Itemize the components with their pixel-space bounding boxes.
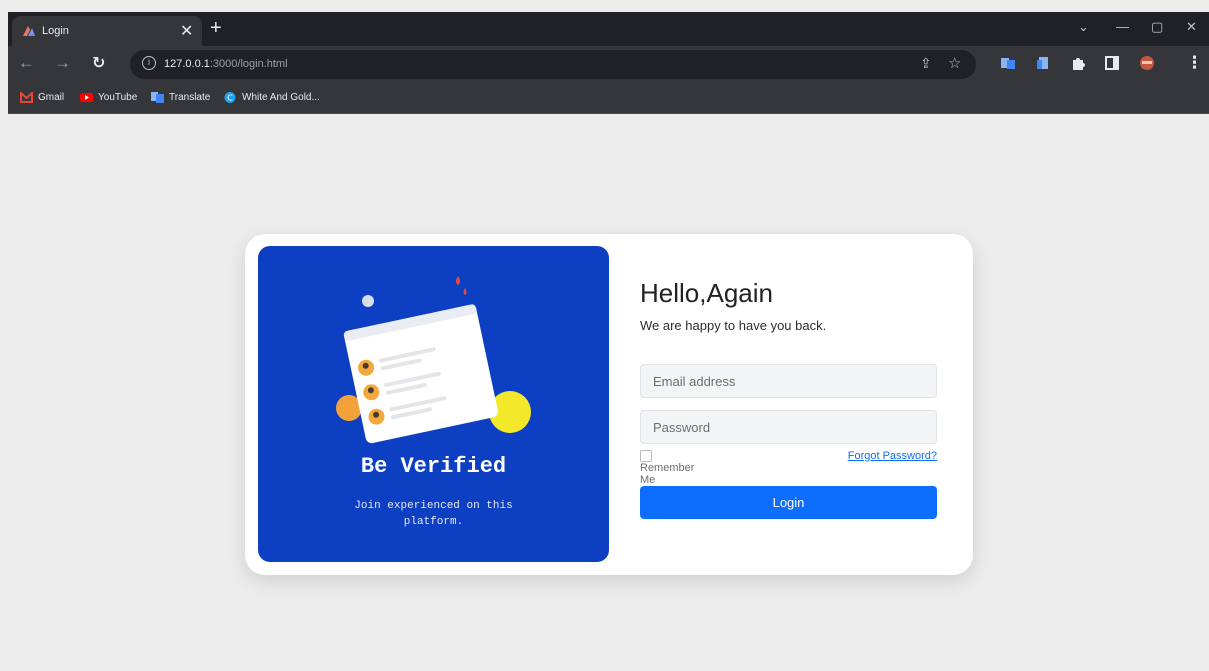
bookmark-white-and-gold[interactable]: C White And Gold... — [224, 92, 320, 103]
bookmark-label: Gmail — [38, 92, 65, 104]
decor-drop-icon — [456, 276, 460, 285]
verification-panel: Be Verified Join experienced on this pla… — [258, 246, 609, 562]
remember-checkbox[interactable] — [640, 450, 652, 463]
minimize-icon[interactable]: — — [1116, 19, 1129, 34]
page-title: Hello,Again — [640, 278, 773, 308]
decor-drop-small-icon — [463, 288, 467, 295]
bookmark-translate[interactable]: Translate — [151, 92, 210, 103]
browser-toolbar: ← → ↻ i 127.0.0.1:3000/login.html ⇪ ☆ ⋮ — [8, 46, 1209, 82]
bookmark-star-icon[interactable]: ☆ — [948, 54, 961, 72]
bookmarks-bar: Gmail YouTube Translate C White And Gold.… — [8, 82, 1209, 114]
url-text: 127.0.0.1:3000/login.html — [164, 58, 288, 70]
browser-tab[interactable]: Login ✕ — [12, 16, 202, 46]
site-info-icon[interactable]: i — [142, 56, 156, 70]
docs-extension-icon[interactable] — [1035, 55, 1051, 71]
close-window-icon[interactable]: ✕ — [1186, 19, 1197, 35]
remember-label: Remember Me — [640, 462, 695, 487]
bookmark-label: Translate — [169, 92, 211, 104]
tab-title: Login — [42, 25, 69, 37]
address-bar[interactable]: i 127.0.0.1:3000/login.html ⇪ ☆ — [130, 50, 976, 79]
tab-search-chevron-icon[interactable]: ⌄ — [1078, 19, 1089, 35]
user-list-card-icon — [343, 304, 498, 444]
panel-subtext: Join experienced on this platform. — [354, 500, 513, 528]
bookmark-gmail[interactable]: Gmail — [20, 92, 64, 103]
password-field[interactable] — [640, 410, 937, 444]
url-host: 127.0.0.1 — [164, 58, 210, 70]
site-c-icon: C — [224, 92, 236, 103]
profile-avatar-icon[interactable] — [1139, 55, 1155, 71]
forgot-password-link[interactable]: Forgot Password? — [840, 450, 937, 462]
translate-icon — [151, 92, 164, 103]
verification-illustration — [336, 276, 531, 444]
back-icon[interactable]: ← — [18, 53, 35, 73]
svg-text:C: C — [227, 94, 233, 103]
gmail-icon — [20, 92, 33, 103]
extensions-puzzle-icon[interactable] — [1070, 55, 1086, 71]
menu-kebab-icon[interactable]: ⋮ — [1186, 53, 1203, 73]
bookmark-label: YouTube — [98, 92, 138, 104]
reload-icon[interactable]: ↻ — [92, 53, 105, 73]
decor-dot-icon — [362, 295, 374, 307]
bookmark-youtube[interactable]: YouTube — [80, 92, 137, 103]
new-tab-icon[interactable]: + — [210, 17, 222, 40]
browser-window: Login ✕ + ⌄ — ▢ ✕ ← → ↻ i 127.0.0.1:3000… — [8, 12, 1209, 671]
page-subtitle: We are happy to have you back. — [640, 318, 827, 333]
tab-close-icon[interactable]: ✕ — [180, 21, 193, 41]
bookmark-label: White And Gold... — [242, 92, 320, 104]
login-card: Be Verified Join experienced on this pla… — [245, 234, 973, 575]
side-panel-icon[interactable] — [1104, 55, 1120, 71]
forward-icon[interactable]: → — [54, 53, 71, 73]
translate-extension-icon[interactable] — [1000, 55, 1016, 71]
tab-strip: Login ✕ + ⌄ — ▢ ✕ — [8, 12, 1209, 46]
login-button[interactable]: Login — [640, 486, 937, 519]
maximize-icon[interactable]: ▢ — [1151, 19, 1163, 35]
youtube-icon — [80, 93, 93, 102]
remember-me[interactable]: Remember Me — [640, 450, 694, 486]
url-path: :3000/login.html — [209, 58, 288, 70]
email-field[interactable] — [640, 364, 937, 398]
site-favicon-icon — [23, 26, 35, 36]
panel-headline: Be Verified — [360, 454, 507, 479]
share-icon[interactable]: ⇪ — [920, 55, 932, 72]
